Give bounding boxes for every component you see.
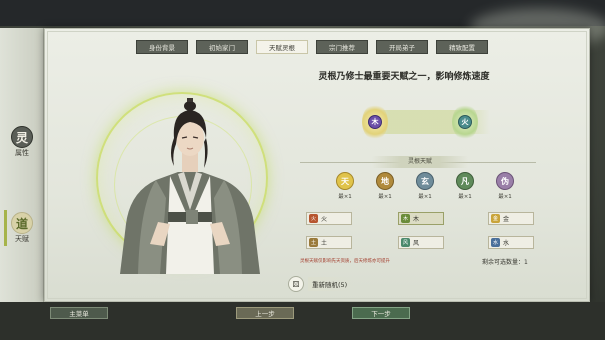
spirit-root-label: 木 — [413, 216, 420, 223]
remaining-count: 剩余可选数量：1 — [482, 259, 528, 266]
reroll-label: 重新随机(5) — [308, 277, 356, 291]
tab-talent[interactable]: 天赋灵根 — [256, 40, 308, 54]
talent-note: 灵根天赋仅影响先天资质，后天修炼亦可提升 — [300, 259, 390, 264]
element-mortal[interactable]: 凡 最×1 — [450, 172, 480, 200]
water-icon: 水 — [491, 238, 500, 247]
tab-bar: 身份背景 初始家门 天赋灵根 宗门推荐 开局弟子 精致配置 — [136, 40, 488, 54]
dice-icon: ⚄ — [288, 276, 304, 292]
spirit-root-wood[interactable]: 木 木 — [398, 212, 444, 225]
spirit-root-water[interactable]: 水 水 — [488, 236, 534, 249]
spirit-root-earth[interactable]: 土 土 — [306, 236, 352, 249]
elements-section-title: 灵根天赋 — [372, 156, 468, 168]
wind-icon: 风 — [401, 238, 410, 247]
spirit-root-label: 土 — [321, 240, 328, 247]
next-step-button[interactable]: 下一步 — [352, 307, 410, 319]
element-count: 最×1 — [498, 194, 512, 200]
fire-icon: 火 — [309, 214, 318, 223]
metal-icon: 金 — [491, 214, 500, 223]
spirit-root-label: 火 — [321, 216, 328, 223]
element-mystic[interactable]: 玄 最×1 — [410, 172, 440, 200]
element-count: 最×1 — [458, 194, 472, 200]
spirit-root-fire[interactable]: 火 火 — [306, 212, 352, 225]
spirit-root-metal[interactable]: 金 金 — [488, 212, 534, 225]
element-orb: 玄 — [416, 172, 434, 190]
side-rail: 灵 属性 道 天赋 — [0, 28, 44, 302]
element-count: 最×1 — [378, 194, 392, 200]
element-count: 最×1 — [418, 194, 432, 200]
element-heaven[interactable]: 天 最×1 — [330, 172, 360, 200]
talent-slot-right[interactable]: 火 — [452, 104, 478, 140]
wood-icon: 木 — [401, 214, 410, 223]
tab-sect[interactable]: 宗门推荐 — [316, 40, 368, 54]
talent-gem: 火 — [458, 115, 472, 129]
spirit-root-wind[interactable]: 风 风 — [398, 236, 444, 249]
side-tab-talent[interactable]: 道 天赋 — [4, 208, 40, 248]
tab-config[interactable]: 精致配置 — [436, 40, 488, 54]
side-tab-glyph: 道 — [11, 212, 33, 234]
prev-step-button[interactable]: 上一步 — [236, 307, 294, 319]
main-menu-button[interactable]: 主菜单 — [50, 307, 108, 319]
tab-family[interactable]: 初始家门 — [196, 40, 248, 54]
element-orb: 凡 — [456, 172, 474, 190]
talent-description: 灵根乃修士最重要天赋之一，影响修炼速度 — [318, 72, 490, 82]
side-tab-label: 属性 — [15, 149, 29, 157]
element-orb: 天 — [336, 172, 354, 190]
talent-gem: 木 — [368, 115, 382, 129]
element-earth[interactable]: 地 最×1 — [370, 172, 400, 200]
element-false[interactable]: 伪 最×1 — [490, 172, 520, 200]
cultivator-character — [120, 98, 260, 274]
side-tab-attributes[interactable]: 灵 属性 — [4, 122, 40, 162]
talent-slot-left[interactable]: 木 — [362, 104, 388, 140]
element-count: 最×1 — [338, 194, 352, 200]
reroll-button[interactable]: ⚄ 重新随机(5) — [288, 276, 356, 292]
tab-disciples[interactable]: 开局弟子 — [376, 40, 428, 54]
tab-background[interactable]: 身份背景 — [136, 40, 188, 54]
spirit-root-label: 水 — [503, 240, 510, 247]
element-orb: 伪 — [496, 172, 514, 190]
element-orb: 地 — [376, 172, 394, 190]
side-tab-label: 天赋 — [15, 235, 29, 243]
spirit-root-label: 风 — [413, 240, 420, 247]
earth-icon: 土 — [309, 238, 318, 247]
spirit-root-label: 金 — [503, 216, 510, 223]
side-tab-glyph: 灵 — [11, 126, 33, 148]
